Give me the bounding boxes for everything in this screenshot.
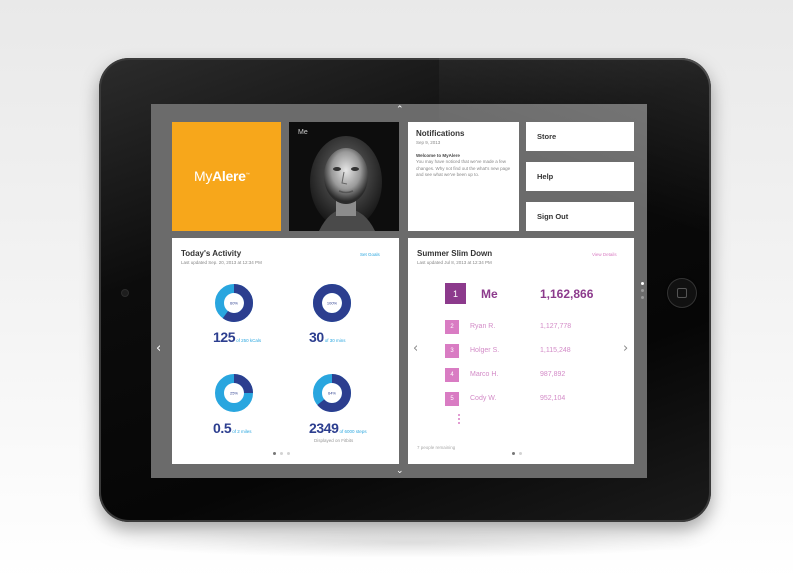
help-button[interactable]: Help	[526, 162, 634, 191]
leader-score: 1,162,866	[540, 286, 594, 301]
leader-name: Holger S.	[470, 347, 500, 354]
leader-score: 1,115,248	[540, 347, 571, 354]
challenge-updated: Last updated Jul 8, 2013 at 12:34 PM	[417, 260, 492, 265]
activity-page-dot[interactable]	[273, 452, 276, 455]
activity-page-dot[interactable]	[287, 452, 290, 455]
distance-stat: 0.5of 2 miles	[213, 420, 252, 438]
steps-unit: of 6000 steps	[339, 429, 367, 434]
challenge-title: Summer Slim Down	[417, 249, 493, 258]
view-details-link[interactable]: View Details	[592, 252, 617, 257]
screen-pager[interactable]	[641, 282, 644, 299]
calories-percent: 60%	[230, 301, 238, 306]
activity-updated: Last updated Sep. 20, 2013 at 12:34 PM	[181, 260, 262, 265]
calories-value: 125	[213, 329, 236, 345]
leaderboard-row[interactable]: 4 Marco H. 987,892	[445, 365, 565, 384]
challenge-page-dot[interactable]	[519, 452, 522, 455]
table-reflection	[110, 528, 710, 558]
myalere-logo-tile[interactable]: MyAlere™	[172, 122, 281, 231]
screen-page-dot[interactable]	[641, 289, 644, 292]
notification-item-title: Welcome to MyAlere	[416, 153, 460, 158]
leaderboard-row[interactable]: 2 Ryan R. 1,127,778	[445, 317, 571, 336]
calories-donut: 60%	[215, 284, 253, 322]
profile-photo-tile[interactable]: Me	[289, 122, 399, 231]
leader-score: 952,104	[540, 395, 566, 402]
rank-badge: 4	[445, 367, 459, 382]
ipad-frame: ⌃ MyAlere™ Me Notifications Sep 9, 2013 …	[99, 58, 711, 522]
home-square-icon	[677, 288, 687, 298]
home-button[interactable]	[667, 278, 697, 308]
notifications-title: Notifications	[416, 129, 465, 138]
chevron-left-icon[interactable]: ‹	[156, 342, 161, 355]
minutes-value: 30	[309, 329, 324, 345]
steps-value: 2349	[309, 420, 339, 436]
rank-badge: 3	[445, 343, 459, 358]
distance-unit: of 2 miles	[232, 429, 252, 434]
screen-page-dot[interactable]	[641, 296, 644, 299]
rank-badge: 5	[445, 391, 459, 406]
chevron-right-icon[interactable]: ›	[389, 342, 394, 355]
minutes-percent: 100%	[327, 301, 338, 306]
front-camera	[122, 290, 128, 296]
sign-out-button[interactable]: Sign Out	[526, 202, 634, 231]
photo-label: Me	[298, 129, 308, 136]
remaining-count: 7 people remaining	[417, 445, 456, 450]
chevron-up-icon[interactable]: ⌃	[396, 106, 404, 115]
store-button[interactable]: Store	[526, 122, 634, 151]
distance-percent: 25%	[230, 391, 238, 396]
distance-value: 0.5	[213, 420, 232, 436]
notification-item-body: You may have noticed that we've made a f…	[416, 159, 511, 177]
calories-stat: 125of 250 kCals	[213, 329, 261, 347]
chevron-left-icon[interactable]: ‹	[413, 342, 418, 355]
activity-title: Today's Activity	[181, 249, 242, 258]
minutes-donut: 100%	[313, 284, 351, 322]
screen: ⌃ MyAlere™ Me Notifications Sep 9, 2013 …	[151, 104, 647, 478]
steps-percent: 64%	[328, 391, 336, 396]
leader-name: Ryan R.	[470, 323, 496, 330]
calories-unit: of 250 kCals	[236, 338, 262, 343]
challenge-panel: Summer Slim Down Last updated Jul 8, 201…	[408, 238, 634, 464]
leaderboard-row[interactable]: 3 Holger S. 1,115,248	[445, 341, 571, 360]
notifications-tile[interactable]: Notifications Sep 9, 2013 Welcome to MyA…	[408, 122, 519, 231]
activity-pager[interactable]	[273, 452, 290, 455]
minutes-stat: 30of 30 mins	[309, 329, 346, 347]
steps-stat: 2349of 6000 steps	[309, 420, 367, 438]
leaderboard-row[interactable]: 1 Me 1,162,866	[445, 283, 593, 304]
steps-source: Displayed on Fitbits	[314, 438, 354, 443]
chevron-down-icon[interactable]: ⌄	[396, 467, 404, 476]
leaderboard-row[interactable]: 5 Cody W. 952,104	[445, 389, 565, 408]
activity-panel: Today's Activity Last updated Sep. 20, 2…	[172, 238, 399, 464]
notifications-date: Sep 9, 2013	[416, 140, 441, 145]
profile-photo	[310, 136, 382, 231]
steps-donut: 64%	[313, 374, 351, 412]
myalere-logo: MyAlere™	[194, 168, 250, 184]
activity-page-dot[interactable]	[280, 452, 283, 455]
leader-name: Marco H.	[470, 371, 499, 378]
distance-donut: 25%	[215, 374, 253, 412]
challenge-pager[interactable]	[512, 452, 522, 455]
challenge-page-dot[interactable]	[512, 452, 515, 455]
set-goals-link[interactable]: Set Goals	[360, 252, 380, 257]
screen-page-dot[interactable]	[641, 282, 644, 285]
leader-score: 987,892	[540, 371, 566, 378]
chevron-right-icon[interactable]: ›	[623, 342, 628, 355]
minutes-unit: of 30 mins	[324, 338, 346, 343]
leader-name: Me	[481, 286, 498, 301]
rank-badge: 2	[445, 319, 459, 334]
more-indicator	[458, 414, 460, 424]
leader-name: Cody W.	[470, 395, 497, 402]
rank-badge: 1	[445, 283, 466, 304]
leader-score: 1,127,778	[540, 323, 572, 330]
